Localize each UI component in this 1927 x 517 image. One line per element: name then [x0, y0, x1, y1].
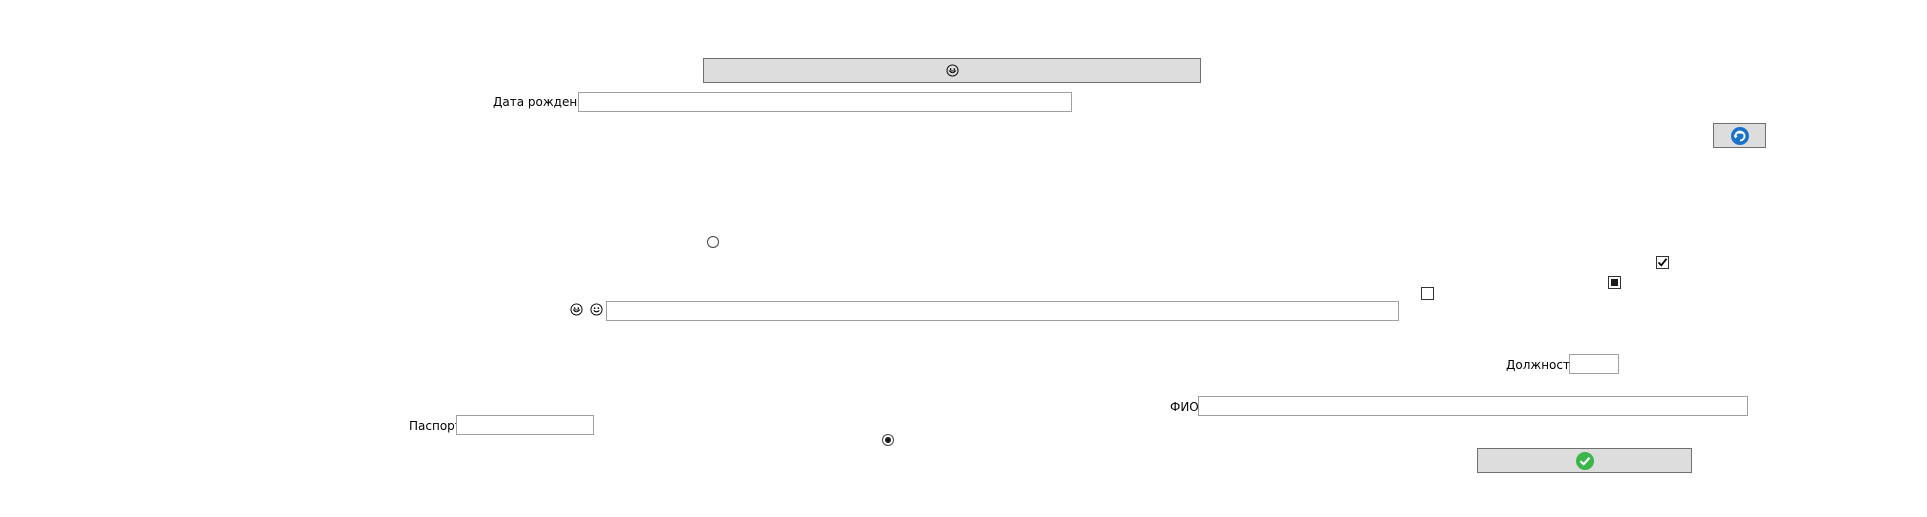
radio-option-1[interactable] — [707, 236, 719, 248]
birth-date-field[interactable] — [578, 92, 1072, 112]
radio-selected-dot — [885, 437, 891, 443]
checkmark-icon — [1657, 258, 1668, 267]
checkbox-checked[interactable] — [1656, 256, 1669, 269]
position-field[interactable] — [1569, 354, 1619, 374]
refresh-icon — [1730, 126, 1749, 145]
refresh-button[interactable] — [1713, 123, 1766, 148]
grinning-face-icon — [570, 303, 583, 316]
checkbox-indeterminate[interactable] — [1608, 276, 1621, 289]
indeterminate-mark — [1611, 279, 1618, 286]
radio-option-2[interactable] — [882, 434, 894, 446]
confirm-button[interactable] — [1477, 448, 1692, 473]
checkmark-icon — [1575, 451, 1594, 470]
passport-label: Паспорт — [409, 419, 462, 433]
position-label: Должность — [1506, 358, 1578, 372]
top-emoji-button[interactable] — [703, 58, 1201, 83]
full-name-field[interactable] — [1198, 396, 1748, 416]
grinning-face-icon — [945, 64, 959, 77]
smiling-face-icon — [590, 303, 603, 316]
full-name-label: ФИО — [1170, 400, 1199, 414]
passport-field[interactable] — [456, 415, 594, 435]
middle-text-field[interactable] — [606, 301, 1399, 321]
checkbox-empty[interactable] — [1421, 287, 1434, 300]
